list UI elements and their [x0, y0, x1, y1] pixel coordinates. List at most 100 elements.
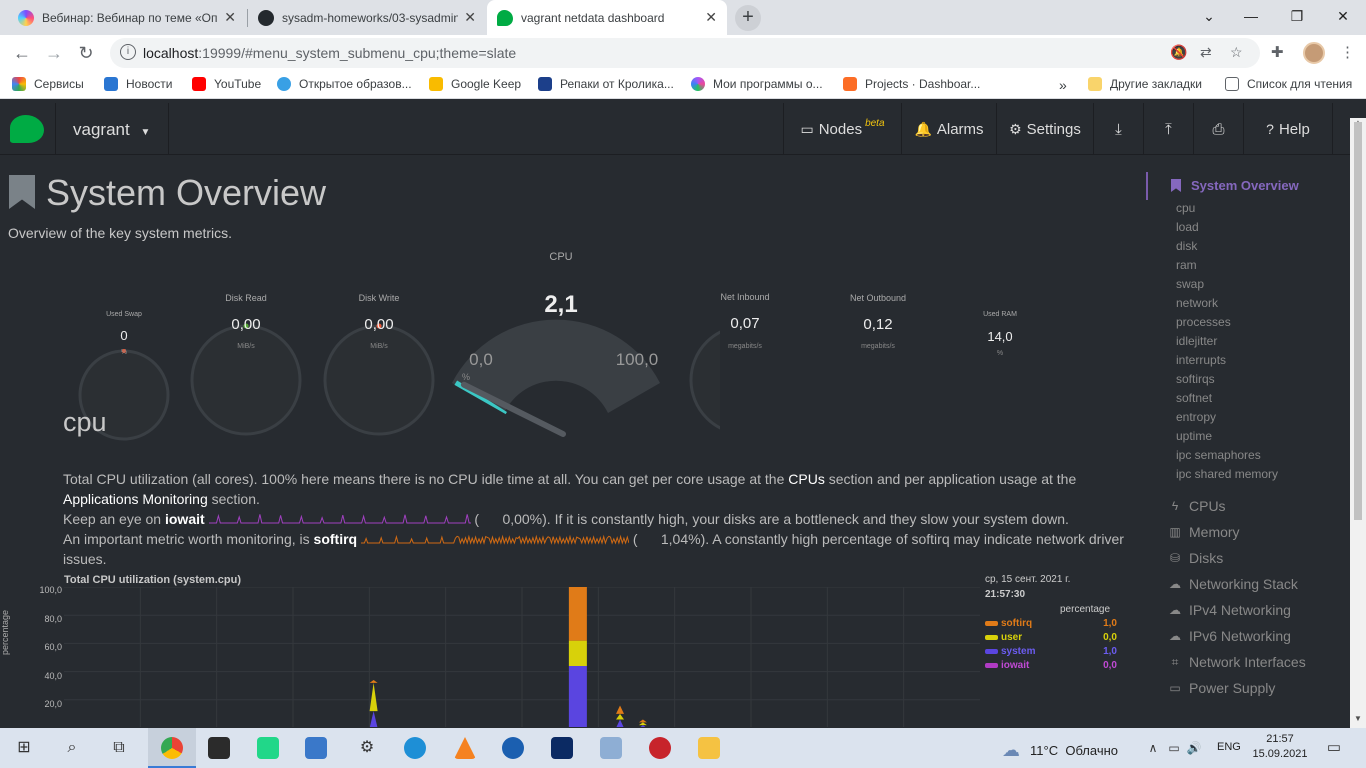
sidebar-item-disks[interactable]: ⛁ Disks	[1167, 550, 1223, 566]
sidebar-subitem-softirqs[interactable]: softirqs	[1176, 372, 1215, 386]
sidebar-subitem-entropy[interactable]: entropy	[1176, 410, 1216, 424]
sidebar-subitem-processes[interactable]: processes	[1176, 315, 1231, 329]
scroll-thumb[interactable]	[1354, 122, 1362, 520]
sidebar-subitem-idlejitter[interactable]: idlejitter	[1176, 334, 1217, 348]
address-bar[interactable]: i localhost:19999/#menu_system_submenu_c…	[110, 38, 1260, 68]
disk-read-gauge[interactable]	[190, 323, 302, 436]
close-tab-icon[interactable]: ✕	[224, 9, 236, 26]
download-snapshot-button[interactable]: ⤓	[1093, 103, 1143, 155]
cloud-icon: ☁	[1169, 629, 1181, 643]
reload-icon[interactable]: ↻	[74, 41, 98, 65]
more-bookmarks-icon[interactable]: »	[1059, 77, 1067, 93]
cpus-link[interactable]: CPUs	[788, 471, 825, 487]
weather-widget[interactable]: ☁ 11°C Облачно	[1002, 740, 1118, 761]
edge-taskbar-icon[interactable]	[404, 737, 426, 759]
bookmark-open-education[interactable]: Открытое образов...	[277, 77, 412, 91]
bookmark-repacks[interactable]: Репаки от Кролика...	[538, 77, 674, 91]
notifications-blocked-icon[interactable]: 🔕	[1170, 44, 1187, 61]
alarms-button[interactable]: 🔔 Alarms	[901, 103, 996, 155]
sidebar-subitem-uptime[interactable]: uptime	[1176, 429, 1212, 443]
language-indicator[interactable]: ENG	[1217, 741, 1241, 753]
cpu-gauge[interactable]	[452, 319, 660, 437]
restore-button[interactable]: ❐	[1274, 0, 1320, 32]
sidebar-item-ipv4-networking[interactable]: ☁ IPv4 Networking	[1167, 602, 1291, 618]
tab-search-icon[interactable]: ⌄	[1186, 0, 1232, 32]
sidebar-subitem-swap[interactable]: swap	[1176, 277, 1204, 291]
sidebar-subitem-cpu[interactable]: cpu	[1176, 201, 1195, 215]
bookmark-my-programs[interactable]: Мои программы о...	[691, 77, 823, 91]
windows-start-icon[interactable]: ⊞	[12, 736, 36, 760]
sidebar-item-networking-stack[interactable]: ☁ Networking Stack	[1167, 576, 1298, 592]
chrome-taskbar-icon[interactable]	[161, 737, 183, 759]
sidebar-subitem-ipc-semaphores[interactable]: ipc semaphores	[1176, 448, 1261, 462]
settings-taskbar-icon[interactable]: ⚙	[355, 736, 379, 760]
sidebar-subitem-ram[interactable]: ram	[1176, 258, 1197, 272]
sidebar-subitem-disk[interactable]: disk	[1176, 239, 1197, 253]
cpu-chart-plot[interactable]	[64, 587, 980, 727]
pycharm-taskbar-icon[interactable]	[257, 737, 279, 759]
sidebar-subitem-interrupts[interactable]: interrupts	[1176, 353, 1226, 367]
page-scrollbar[interactable]: ▲ ▼	[1350, 118, 1366, 728]
bookmark-google-keep[interactable]: Google Keep	[429, 77, 521, 91]
settings-button[interactable]: ⚙ Settings	[996, 103, 1093, 155]
volume-icon[interactable]: 🔊	[1182, 736, 1206, 760]
back-icon[interactable]: ←	[10, 41, 34, 65]
legend-iowait[interactable]: iowait 0,0	[985, 660, 1117, 671]
app-taskbar-icon[interactable]	[502, 737, 524, 759]
close-tab-icon[interactable]: ✕	[705, 9, 717, 26]
bookmark-other[interactable]: Другие закладки	[1088, 77, 1202, 91]
netdata-logo-icon[interactable]	[10, 115, 44, 143]
reading-list[interactable]: Список для чтения	[1225, 77, 1352, 91]
help-button[interactable]: ? Help	[1243, 103, 1333, 155]
sidebar-subitem-ipc-shared-memory[interactable]: ipc shared memory	[1176, 467, 1278, 481]
sidebar-subitem-softnet[interactable]: softnet	[1176, 391, 1212, 405]
file-explorer-taskbar-icon[interactable]	[698, 737, 720, 759]
bookmark-star-icon[interactable]: ☆	[1230, 44, 1243, 61]
bookmark-youtube[interactable]: YouTube	[192, 77, 261, 91]
print-button[interactable]: ⎙	[1193, 103, 1243, 155]
rdp-taskbar-icon[interactable]	[600, 737, 622, 759]
search-icon[interactable]: ⌕	[60, 736, 84, 760]
upload-snapshot-button[interactable]: ⤒	[1143, 103, 1193, 155]
minimize-button[interactable]: —	[1228, 0, 1274, 32]
sidebar-item-power-supply[interactable]: ▭ Power Supply	[1167, 680, 1275, 696]
tab-netdata[interactable]: vagrant netdata dashboard ✕	[487, 0, 727, 35]
sidebar-item-cpus[interactable]: ϟ CPUs	[1167, 498, 1226, 514]
terminal-taskbar-icon[interactable]	[208, 737, 230, 759]
scroll-down-icon[interactable]: ▼	[1350, 714, 1366, 723]
taskbar-clock[interactable]: 21:57 15.09.2021	[1250, 732, 1310, 762]
legend-softirq[interactable]: softirq 1,0	[985, 618, 1117, 629]
legend-user[interactable]: user 0,0	[985, 632, 1117, 643]
tab-github[interactable]: sysadm-homeworks/03-sysadmin ✕	[248, 0, 486, 35]
notifications-icon[interactable]: ▭	[1322, 736, 1346, 760]
hostname-dropdown[interactable]: vagrant ▼	[73, 120, 150, 140]
sidebar-item-memory[interactable]: ▥ Memory	[1167, 524, 1239, 540]
site-info-icon[interactable]: i	[120, 44, 136, 60]
extensions-icon[interactable]: ✚	[1271, 43, 1284, 61]
sidebar-item-system-overview[interactable]: System Overview	[1171, 178, 1299, 193]
sidebar-item-ipv6-networking[interactable]: ☁ IPv6 Networking	[1167, 628, 1291, 644]
legend-system[interactable]: system 1,0	[985, 646, 1117, 657]
vlc-taskbar-icon[interactable]	[454, 737, 476, 759]
sidebar-subitem-load[interactable]: load	[1176, 220, 1199, 234]
translate-icon[interactable]: ⇄	[1200, 44, 1212, 61]
bookmark-gitlab[interactable]: Projects · Dashboar...	[843, 77, 980, 91]
virtualbox-taskbar-icon[interactable]	[305, 737, 327, 759]
forward-icon[interactable]: →	[42, 41, 66, 65]
new-tab-button[interactable]: +	[735, 5, 761, 31]
nodes-button[interactable]: ▭ Nodes beta	[783, 103, 901, 155]
powershell-taskbar-icon[interactable]	[551, 737, 573, 759]
sidebar-subitem-network[interactable]: network	[1176, 296, 1218, 310]
task-view-icon[interactable]: ⧉	[107, 736, 131, 760]
applications-monitoring-link[interactable]: Applications Monitoring	[63, 491, 208, 507]
close-window-button[interactable]: ✕	[1320, 0, 1366, 32]
tab-webinar[interactable]: Вебинар: Вебинар по теме «Опе ✕	[8, 0, 246, 35]
chrome-menu-icon[interactable]: ⋮	[1340, 43, 1355, 61]
bookmark-news[interactable]: Новости	[104, 77, 172, 91]
profile-avatar[interactable]	[1303, 42, 1325, 64]
bookmark-services[interactable]: Сервисы	[12, 77, 84, 91]
disk-write-gauge[interactable]	[323, 323, 435, 436]
sidebar-item-network-interfaces[interactable]: ⌗ Network Interfaces	[1167, 654, 1306, 670]
app-taskbar-icon[interactable]	[649, 737, 671, 759]
close-tab-icon[interactable]: ✕	[464, 9, 476, 26]
